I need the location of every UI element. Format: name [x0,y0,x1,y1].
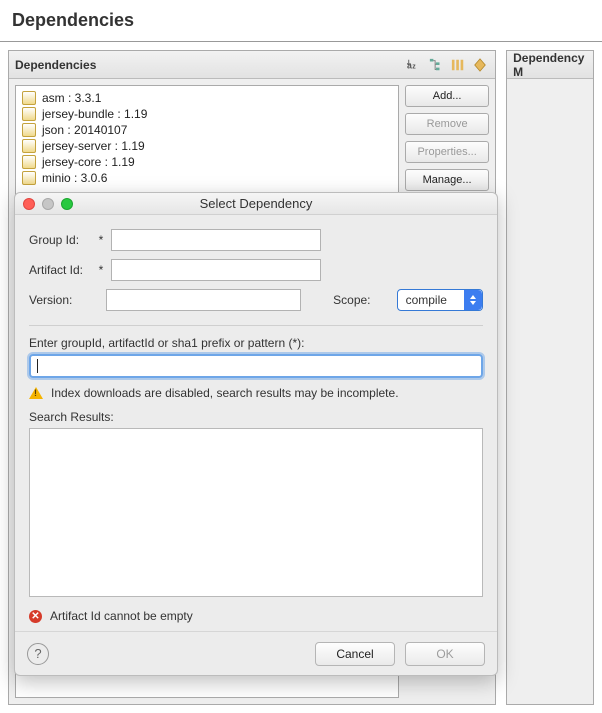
list-item[interactable]: jersey-bundle : 1.19 [20,106,394,122]
artifact-id-field[interactable] [111,259,321,281]
remove-button: Remove [405,113,489,135]
jar-icon [22,155,36,169]
text-cursor [37,359,38,373]
list-item-label: jersey-core : 1.19 [42,155,135,169]
jar-icon [22,91,36,105]
dependency-management-title: Dependency M [513,51,587,79]
page-title: Dependencies [0,0,602,42]
list-item[interactable]: jersey-server : 1.19 [20,138,394,154]
list-item-label: asm : 3.3.1 [42,91,101,105]
jar-icon [22,123,36,137]
dialog-title: Select Dependency [15,196,497,211]
jar-icon [22,171,36,185]
minimize-icon [42,198,54,210]
tree-icon[interactable] [427,56,445,74]
jar-icon [22,139,36,153]
scope-value: compile [406,293,447,307]
scope-label: Scope: [333,293,390,307]
maximize-icon[interactable] [61,198,73,210]
warning-text: Index downloads are disabled, search res… [51,386,399,400]
divider [29,325,483,326]
list-item[interactable]: jersey-core : 1.19 [20,154,394,170]
manage-button[interactable]: Manage... [405,169,489,191]
list-item[interactable]: asm : 3.3.1 [20,90,394,106]
dialog-titlebar: Select Dependency [15,193,497,215]
error-icon: ✕ [29,610,42,623]
group-id-field[interactable] [111,229,321,251]
filter-icon[interactable] [449,56,467,74]
artifact-id-label: Artifact Id: [29,263,91,277]
version-field[interactable] [106,289,301,311]
target-icon[interactable] [471,56,489,74]
sort-icon[interactable]: az [405,56,423,74]
list-item-label: minio : 3.0.6 [42,171,107,185]
properties-button: Properties... [405,141,489,163]
version-label: Version: [29,293,86,307]
dependencies-panel-title: Dependencies [15,58,96,72]
help-icon[interactable]: ? [27,643,49,665]
add-button[interactable]: Add... [405,85,489,107]
jar-icon [22,107,36,121]
list-item-label: json : 20140107 [42,123,127,137]
list-item[interactable]: json : 20140107 [20,122,394,138]
scope-select[interactable]: compile [397,289,483,311]
ok-button: OK [405,642,485,666]
close-icon[interactable] [23,198,35,210]
list-item-label: jersey-server : 1.19 [42,139,145,153]
select-dependency-dialog: Select Dependency Group Id: * Artifact I… [14,192,498,676]
search-input[interactable] [29,354,483,378]
chevron-updown-icon [464,290,482,310]
list-item[interactable]: minio : 3.0.6 [20,170,394,186]
required-mark: * [97,263,105,277]
cancel-button[interactable]: Cancel [315,642,395,666]
search-label: Enter groupId, artifactId or sha1 prefix… [29,336,483,350]
svg-text:z: z [412,63,416,70]
svg-text:a: a [407,60,412,70]
warning-icon [29,387,43,399]
group-id-label: Group Id: [29,233,91,247]
required-mark: * [97,233,105,247]
list-item-label: jersey-bundle : 1.19 [42,107,147,121]
error-text: Artifact Id cannot be empty [50,609,193,623]
search-results[interactable] [29,428,483,597]
results-label: Search Results: [29,410,483,424]
dependency-management-panel: Dependency M [506,50,594,705]
